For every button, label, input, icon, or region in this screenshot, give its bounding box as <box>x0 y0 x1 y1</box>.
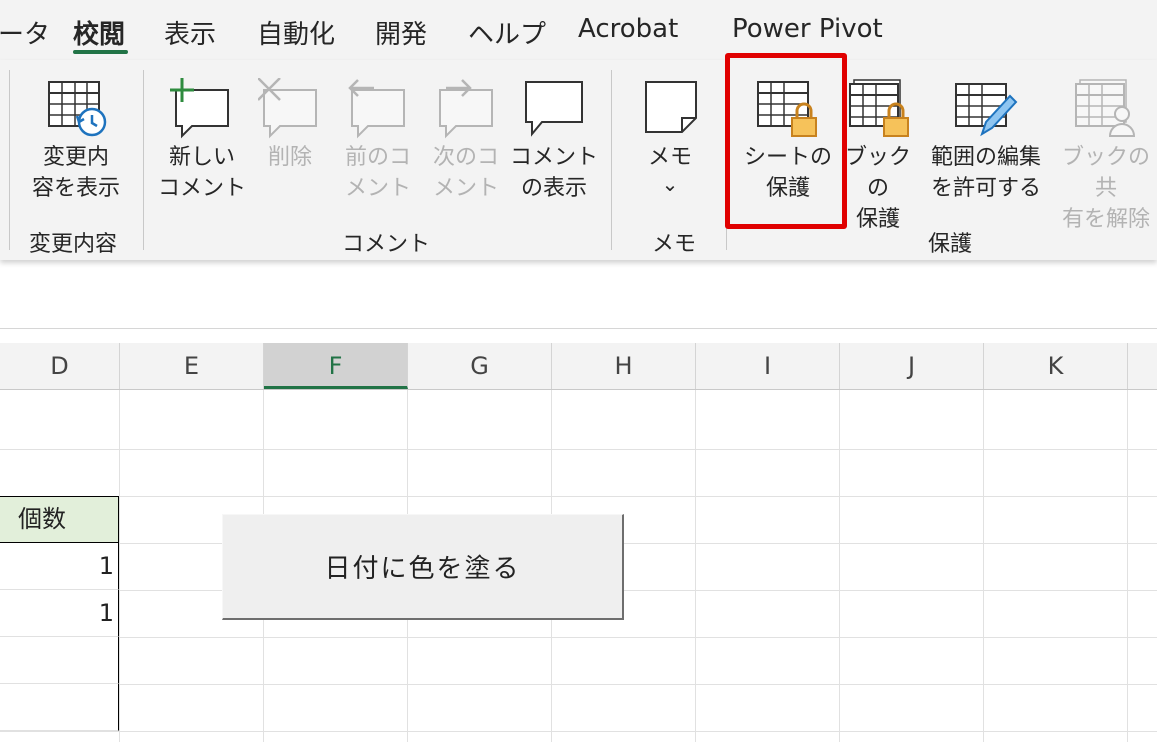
group-separator <box>9 70 10 250</box>
column-header-k[interactable]: K <box>984 343 1128 389</box>
ribbon-tab-bar: ータ 校閲 表示 自動化 開発 ヘルプ Acrobat Power Pivot <box>0 0 1157 60</box>
allow-edit-ranges-label: 範囲の編集 を許可する <box>930 145 1041 201</box>
gridline <box>119 390 120 742</box>
next-comment-label: 次のコ メント <box>432 145 499 201</box>
allow-edit-ranges-icon <box>954 78 1018 144</box>
table-header-cell[interactable]: 個数 <box>0 496 119 543</box>
table-cell[interactable] <box>0 637 119 684</box>
gridline <box>0 637 1157 638</box>
delete-comment-label: 削除 <box>267 145 312 170</box>
column-header-g[interactable]: G <box>408 343 552 389</box>
table-cell[interactable]: 1 <box>0 543 119 590</box>
table-cell[interactable] <box>0 684 119 731</box>
group-separator <box>611 70 612 250</box>
track-changes-icon <box>44 78 108 144</box>
gridline <box>0 684 1157 685</box>
tab-developer[interactable]: 開発 <box>375 14 427 51</box>
next-comment-button[interactable]: 次のコ メント <box>424 60 508 210</box>
column-header-f[interactable]: F <box>264 343 408 389</box>
gridline <box>0 449 1157 450</box>
tab-view[interactable]: 表示 <box>164 14 216 51</box>
show-comments-label: コメント の表示 <box>510 145 599 201</box>
group-label-protect: 保護 <box>928 232 973 257</box>
delete-comment-button[interactable]: 削除 <box>250 60 330 210</box>
chevron-down-icon: ⌄ <box>661 172 679 196</box>
new-comment-button[interactable]: 新しい コメント <box>156 60 248 210</box>
tab-acrobat[interactable]: Acrobat <box>578 14 678 44</box>
column-header-row: D E F G H I J K <box>0 343 1157 390</box>
gridline <box>1127 390 1128 742</box>
tab-review[interactable]: 校閲 <box>73 14 125 51</box>
column-header-j[interactable]: J <box>840 343 984 389</box>
ribbon-review-panel: 変更内 容を表示 変更内容 新しい コメント 削除 前のコ メント 次のコ メン… <box>0 60 1157 260</box>
tab-power-pivot[interactable]: Power Pivot <box>732 14 883 44</box>
allow-edit-ranges-button[interactable]: 範囲の編集 を許可する <box>924 60 1048 210</box>
tab-automate[interactable]: 自動化 <box>257 14 335 51</box>
show-comments-button[interactable]: コメント の表示 <box>510 60 598 210</box>
gridline <box>695 390 696 742</box>
formula-bar[interactable] <box>0 278 1157 329</box>
show-changes-button[interactable]: 変更内 容を表示 <box>20 60 132 210</box>
column-header-e[interactable]: E <box>120 343 264 389</box>
gridline <box>983 390 984 742</box>
group-label-comments: コメント <box>342 232 431 257</box>
gridline <box>0 496 1157 497</box>
active-tab-indicator <box>73 50 128 54</box>
previous-comment-button[interactable]: 前のコ メント <box>336 60 420 210</box>
column-header-i[interactable]: I <box>696 343 840 389</box>
new-comment-icon <box>170 78 234 144</box>
group-separator <box>143 70 144 250</box>
highlight-box <box>725 53 847 229</box>
notes-button[interactable]: メモ ⌄ <box>630 60 710 210</box>
show-changes-label: 変更内 容を表示 <box>31 145 120 201</box>
tab-data[interactable]: ータ <box>0 14 50 51</box>
column-header-h[interactable]: H <box>552 343 696 389</box>
group-label-notes: メモ <box>652 232 697 257</box>
notes-icon <box>638 78 702 144</box>
column-header-next[interactable] <box>1128 343 1157 389</box>
previous-comment-icon <box>346 78 410 144</box>
table-cell[interactable]: 1 <box>0 590 119 637</box>
unshare-workbook-button[interactable]: ブックの共 有を解除 <box>1052 60 1157 232</box>
unshare-workbook-label: ブックの共 有を解除 <box>1061 145 1150 232</box>
tab-help[interactable]: ヘルプ <box>468 14 546 51</box>
new-comment-label: 新しい コメント <box>157 145 246 201</box>
delete-comment-icon <box>257 77 322 144</box>
previous-comment-label: 前のコ メント <box>344 145 411 201</box>
worksheet-grid[interactable]: 個数 1 1 日付に色を塗る <box>0 390 1157 742</box>
color-dates-button[interactable]: 日付に色を塗る <box>222 514 624 620</box>
unshare-workbook-icon <box>1074 78 1138 144</box>
gridline <box>839 390 840 742</box>
protect-workbook-label: ブックの 保護 <box>844 145 911 232</box>
gridline <box>0 731 1157 732</box>
protect-workbook-button[interactable]: ブックの 保護 <box>838 60 918 232</box>
show-comments-icon <box>522 78 586 144</box>
group-label-changes: 変更内容 <box>29 232 118 257</box>
column-header-d[interactable]: D <box>0 343 120 389</box>
notes-label: メモ <box>647 145 692 170</box>
next-comment-icon <box>434 78 498 144</box>
protect-workbook-icon <box>846 78 910 144</box>
